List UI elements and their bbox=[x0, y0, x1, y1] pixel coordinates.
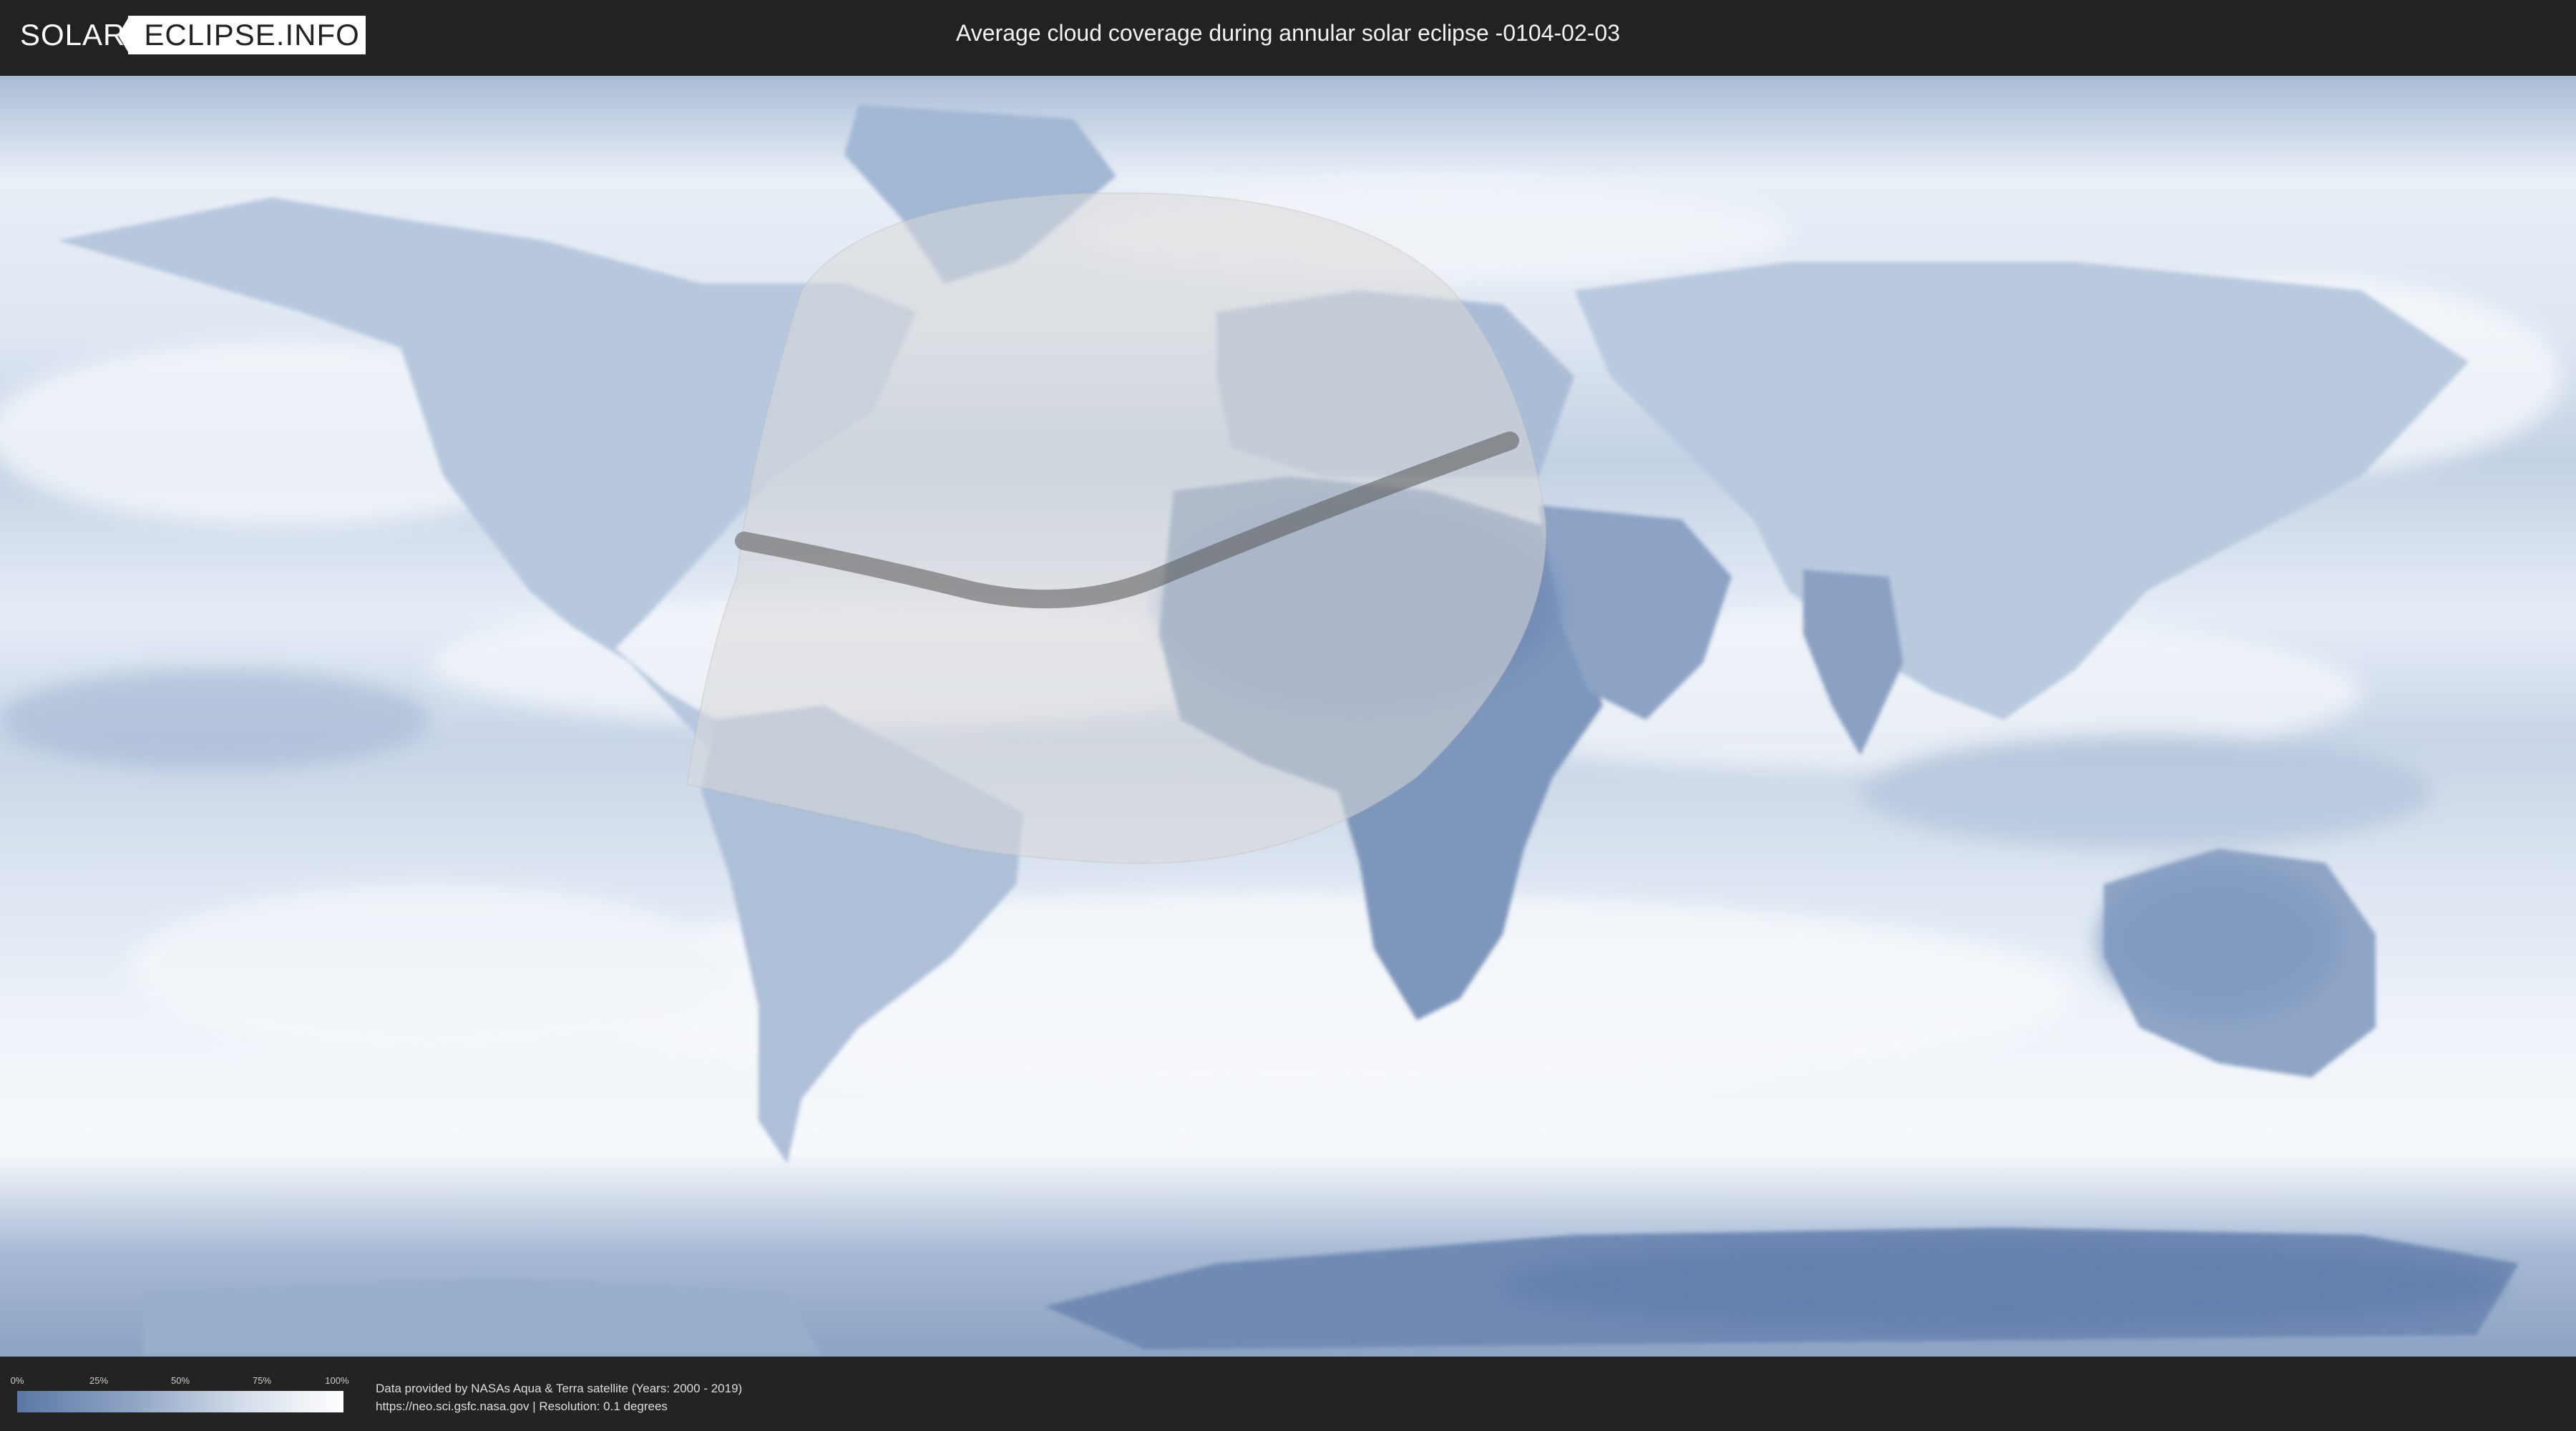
page-title: Average cloud coverage during annular so… bbox=[956, 20, 1620, 46]
antarctica-west bbox=[143, 1278, 823, 1357]
legend-tick-75: 75% bbox=[252, 1375, 272, 1386]
credits-url: https://neo.sci.gsfc.nasa.gov | Resoluti… bbox=[376, 1400, 668, 1413]
legend-color-bar bbox=[17, 1391, 343, 1412]
data-credits: Data provided by NASAs Aqua & Terra sate… bbox=[376, 1379, 742, 1415]
legend-tick-labels: 0% 25% 50% 75% 100% bbox=[11, 1375, 349, 1387]
legend-tick-25: 25% bbox=[89, 1375, 109, 1386]
header-bar: SOLAR ECLIPSE.INFO Average cloud coverag… bbox=[0, 0, 2576, 72]
world-map-svg bbox=[0, 76, 2576, 1357]
cloud-coverage-map bbox=[0, 76, 2576, 1357]
legend-tick-50: 50% bbox=[170, 1375, 190, 1386]
credits-source: Data provided by NASAs Aqua & Terra sate… bbox=[376, 1382, 743, 1395]
eclipse-partial-visibility-area bbox=[686, 192, 1547, 864]
legend-tick-0: 0% bbox=[10, 1375, 24, 1386]
legend-tick-100: 100% bbox=[325, 1375, 349, 1386]
